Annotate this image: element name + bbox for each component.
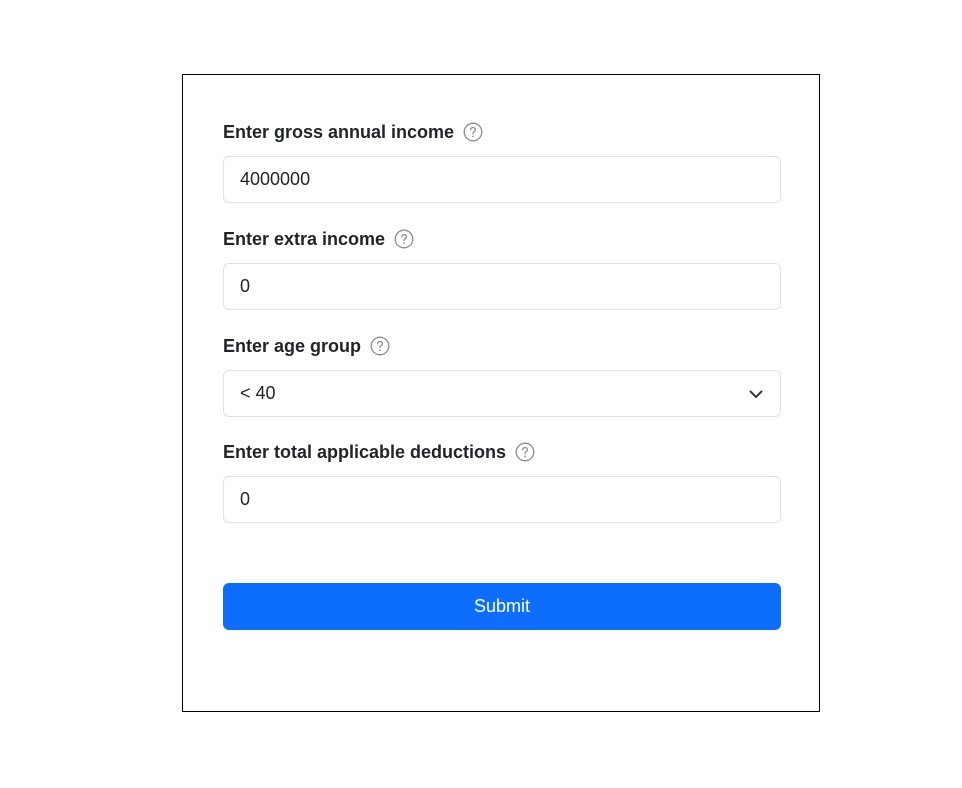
extra-income-label-row: Enter extra income xyxy=(223,227,781,251)
age-group-field: Enter age group < 40 xyxy=(223,334,781,417)
question-circle-icon[interactable] xyxy=(515,442,535,462)
age-group-select[interactable]: < 40 xyxy=(223,370,781,417)
gross-income-label-row: Enter gross annual income xyxy=(223,120,781,144)
question-circle-icon[interactable] xyxy=(463,122,483,142)
age-group-label: Enter age group xyxy=(223,335,362,356)
question-circle-icon[interactable] xyxy=(394,229,414,249)
chevron-down-icon xyxy=(746,384,766,404)
gross-income-input[interactable]: 4000000 xyxy=(223,156,781,203)
deductions-input[interactable]: 0 xyxy=(223,476,781,523)
age-group-selected-value: < 40 xyxy=(240,383,276,403)
extra-income-input[interactable]: 0 xyxy=(223,263,781,310)
extra-income-label: Enter extra income xyxy=(223,228,386,249)
age-group-label-row: Enter age group xyxy=(223,334,781,358)
extra-income-field: Enter extra income 0 xyxy=(223,227,781,310)
deductions-label-row: Enter total applicable deductions xyxy=(223,440,781,464)
gross-income-field: Enter gross annual income 4000000 xyxy=(223,120,781,203)
question-circle-icon[interactable] xyxy=(370,336,390,356)
deductions-label: Enter total applicable deductions xyxy=(223,441,507,462)
submit-button[interactable]: Submit xyxy=(223,583,781,630)
income-form-card: Enter gross annual income 4000000 Enter … xyxy=(182,74,820,712)
gross-income-label: Enter gross annual income xyxy=(223,121,455,142)
deductions-field: Enter total applicable deductions 0 xyxy=(223,440,781,523)
